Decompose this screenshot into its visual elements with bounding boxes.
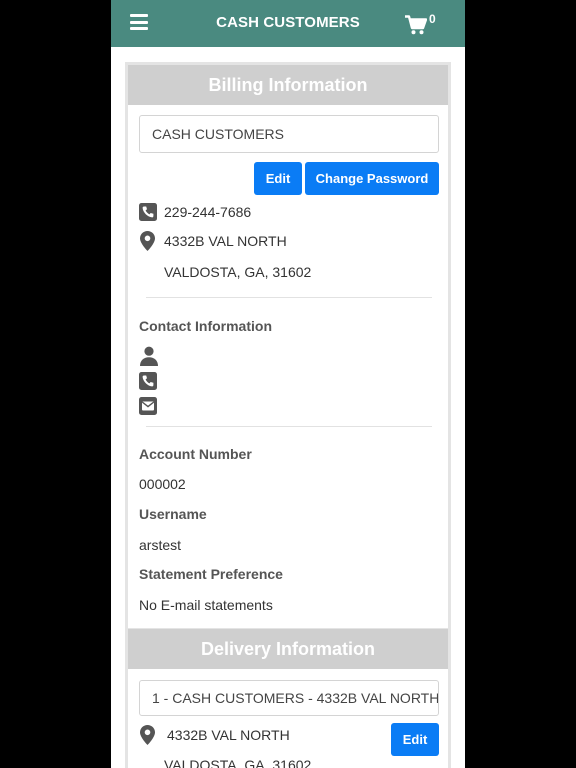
map-marker-icon (140, 231, 155, 251)
delivery-address-select[interactable]: 1 - CASH CUSTOMERS - 4332B VAL NORTH (139, 680, 439, 716)
billing-panel: Billing Information CASH CUSTOMERS Edit … (128, 65, 448, 628)
contact-info-heading: Contact Information (139, 318, 272, 334)
statement-preference-label: Statement Preference (139, 566, 283, 582)
top-nav-bar: CASH CUSTOMERS 0 (111, 0, 465, 47)
divider (146, 297, 432, 298)
customer-name-field[interactable]: CASH CUSTOMERS (139, 115, 439, 153)
divider (146, 426, 432, 427)
delivery-panel: Delivery Information 1 - CASH CUSTOMERS … (128, 629, 448, 768)
phone-square-icon (139, 203, 157, 221)
delivery-address-line2: VALDOSTA, GA, 31602 (164, 757, 312, 768)
billing-address-line1: 4332B VAL NORTH (164, 233, 287, 249)
account-number-value: 000002 (139, 476, 186, 492)
billing-address-line2: VALDOSTA, GA, 31602 (164, 264, 312, 280)
mobile-viewport: CASH CUSTOMERS 0 Billing Information CAS… (111, 0, 465, 768)
person-icon (140, 346, 158, 366)
cart-count-badge: 0 (429, 12, 436, 26)
edit-delivery-button[interactable]: Edit (391, 723, 439, 756)
change-password-button[interactable]: Change Password (305, 162, 439, 195)
shopping-cart-icon (405, 15, 427, 35)
account-number-label: Account Number (139, 446, 252, 462)
statement-preference-value: No E-mail statements (139, 597, 273, 613)
edit-billing-button[interactable]: Edit (254, 162, 302, 195)
billing-phone: 229-244-7686 (164, 204, 252, 220)
map-marker-icon (140, 725, 155, 745)
billing-header: Billing Information (128, 65, 448, 105)
delivery-header: Delivery Information (128, 629, 448, 669)
delivery-address-line1: 4332B VAL NORTH (167, 727, 290, 743)
username-label: Username (139, 506, 207, 522)
main-content: Billing Information CASH CUSTOMERS Edit … (125, 62, 451, 768)
envelope-icon (139, 397, 157, 415)
username-value: arstest (139, 537, 182, 553)
phone-icon (139, 372, 157, 390)
cart-button[interactable]: 0 (405, 12, 445, 38)
